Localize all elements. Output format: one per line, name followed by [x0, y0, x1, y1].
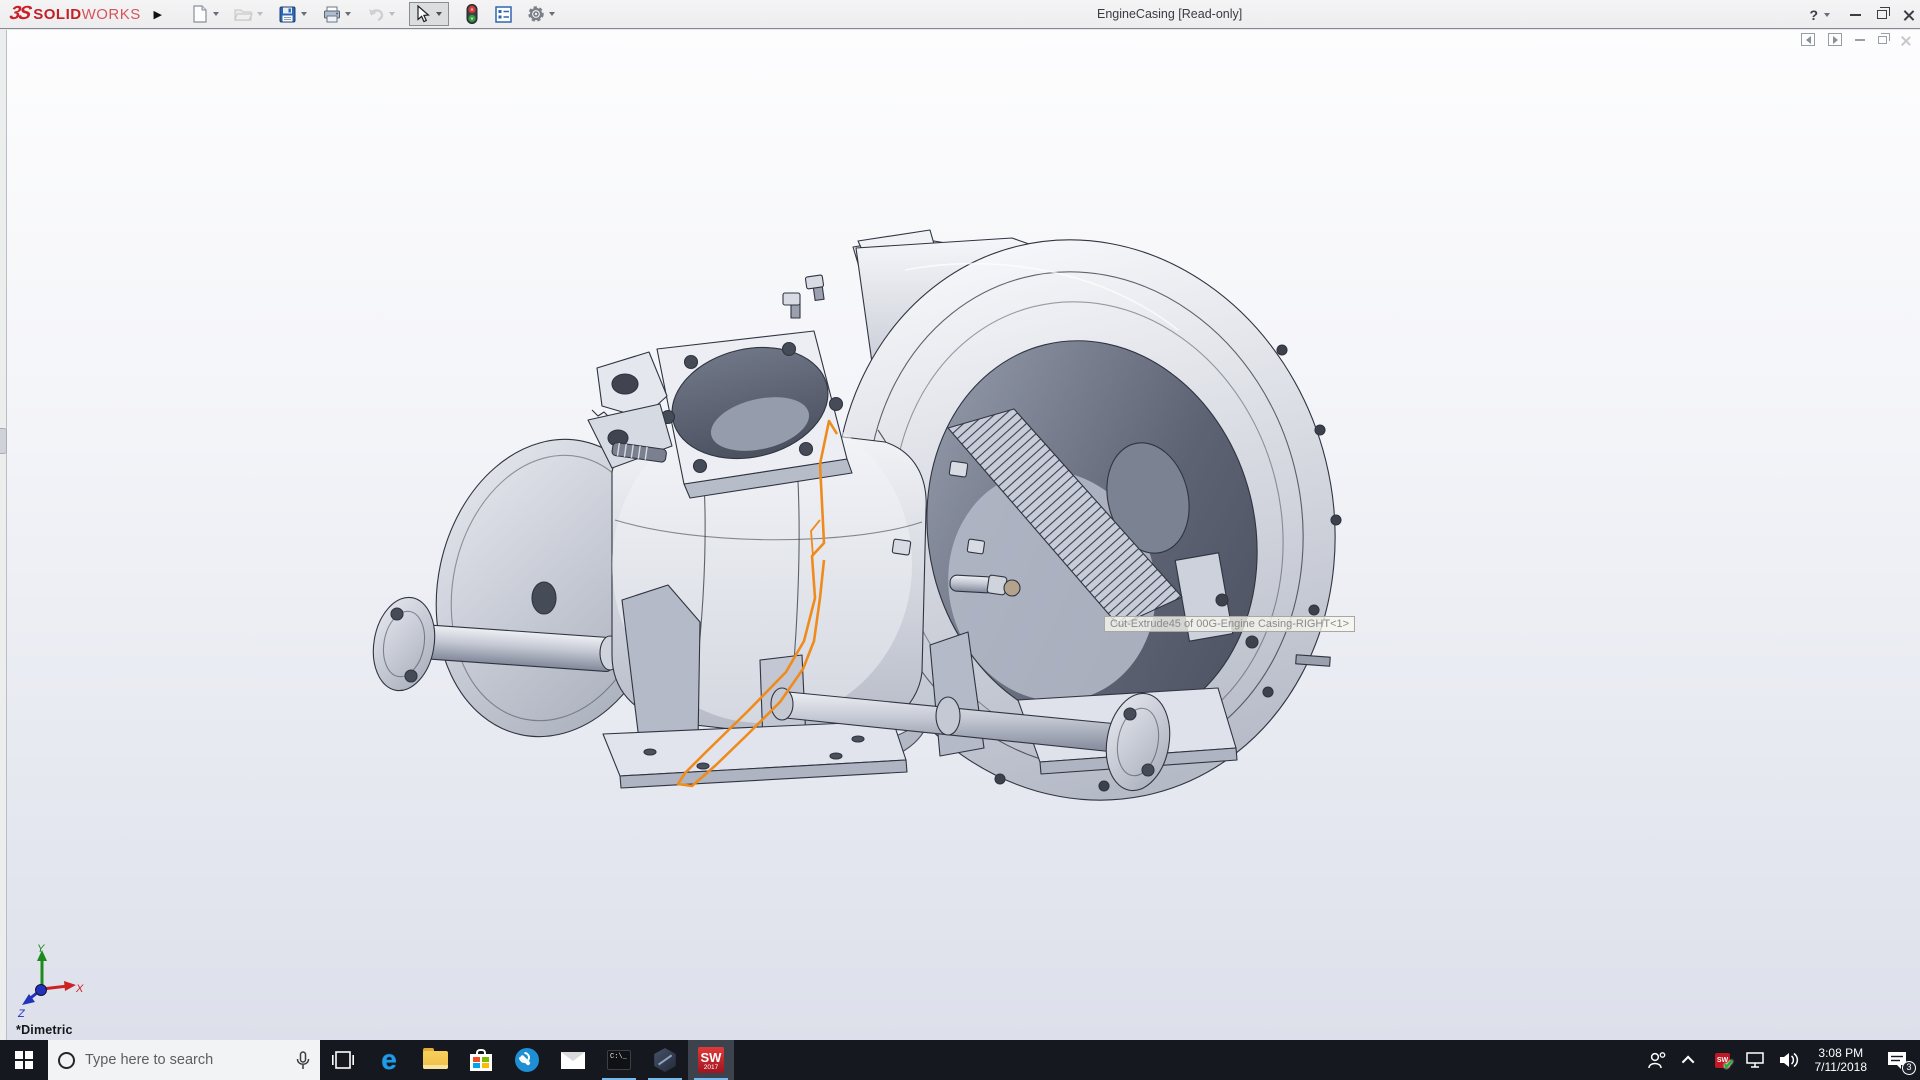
select-tool-dropdown[interactable] [436, 12, 442, 16]
view-orientation-label: *Dimetric [16, 1023, 73, 1037]
select-cursor-icon [416, 5, 430, 23]
orientation-triad: Y X Z [12, 942, 84, 1020]
mail-icon [561, 1052, 585, 1069]
solidworks-monitor-icon: SW ✔ [1715, 1053, 1730, 1068]
clock-time: 3:08 PM [1815, 1046, 1868, 1061]
solidworks-app-icon: SW 2017 [698, 1047, 724, 1073]
rebuild-traffic-light-icon [466, 4, 478, 24]
new-document-icon [192, 5, 208, 23]
restore-button[interactable] [1877, 10, 1887, 19]
solidworks-logo-works: WORKS [82, 6, 141, 23]
file-properties-button[interactable] [493, 2, 515, 26]
new-document-button[interactable] [189, 2, 211, 26]
new-document-dropdown[interactable] [213, 12, 219, 16]
system-tray: SW ✔ 3:08 PM 7/11/2018 [1644, 1040, 1920, 1080]
print-dropdown[interactable] [345, 12, 351, 16]
save-floppy-icon [279, 6, 296, 23]
action-center-button[interactable]: 3 [1880, 1040, 1914, 1080]
select-tool-group [409, 2, 449, 26]
triad-z-label: Z [17, 1008, 26, 1020]
taskbar-hexagon-app-button[interactable] [642, 1040, 688, 1080]
titlebar: 3S SOLID WORKS ▶ [0, 0, 1920, 29]
rebuild-button[interactable] [461, 2, 483, 26]
save-dropdown[interactable] [301, 12, 307, 16]
chevron-up-icon [1682, 1055, 1695, 1068]
taskbar-mail-button[interactable] [550, 1040, 596, 1080]
people-icon [1647, 1051, 1667, 1069]
network-button[interactable] [1743, 1040, 1769, 1080]
save-button[interactable] [277, 2, 299, 26]
volume-button[interactable] [1776, 1040, 1802, 1080]
select-tool-button[interactable] [412, 2, 434, 26]
notification-count-badge: 3 [1902, 1061, 1916, 1075]
people-button[interactable] [1644, 1040, 1670, 1080]
clock-date: 7/11/2018 [1815, 1060, 1868, 1075]
options-dropdown[interactable] [549, 12, 555, 16]
hexagon-app-icon [653, 1048, 677, 1072]
taskbar-settings-button[interactable] [504, 1040, 550, 1080]
wrench-icon [515, 1048, 539, 1072]
help-dropdown[interactable] [1824, 13, 1830, 17]
microsoft-store-icon [470, 1049, 492, 1071]
network-icon [1745, 1051, 1767, 1069]
taskbar-cmd-button[interactable]: C:\_ [596, 1040, 642, 1080]
file-explorer-icon [423, 1051, 448, 1069]
menu-flyout-button[interactable]: ▶ [151, 4, 165, 24]
undo-dropdown[interactable] [389, 12, 395, 16]
properties-list-icon [495, 6, 512, 23]
window-title: EngineCasing [Read-only] [1097, 7, 1242, 21]
tray-chevron-button[interactable] [1677, 1040, 1703, 1080]
command-prompt-icon: C:\_ [607, 1050, 631, 1070]
undo-button[interactable] [365, 2, 387, 26]
standard-toolbar [189, 0, 569, 29]
task-view-button[interactable] [320, 1040, 366, 1080]
close-button[interactable] [1903, 9, 1914, 20]
engine-casing-model [0, 30, 1920, 1040]
taskbar-solidworks-button[interactable]: SW 2017 [688, 1040, 734, 1080]
print-icon [323, 6, 341, 23]
help-button[interactable]: ? [1809, 7, 1818, 23]
start-button[interactable] [0, 1040, 48, 1080]
taskbar-store-button[interactable] [458, 1040, 504, 1080]
check-icon: ✔ [1723, 1057, 1734, 1072]
search-input[interactable] [85, 1052, 286, 1068]
open-dropdown[interactable] [257, 12, 263, 16]
windows-logo-icon [15, 1051, 33, 1069]
windows-taskbar: e C:\_ SW 2017 [0, 1040, 1920, 1080]
task-view-icon [332, 1050, 354, 1070]
taskbar-edge-button[interactable]: e [366, 1040, 412, 1080]
solidworks-logo-solid: SOLID [33, 6, 81, 23]
open-folder-icon [234, 6, 253, 22]
speaker-icon [1778, 1051, 1800, 1069]
minimize-button[interactable] [1850, 14, 1861, 16]
solidworks-logo: 3S SOLID WORKS [10, 3, 141, 25]
solidworks-logo-mark: 3S [8, 3, 32, 25]
print-button[interactable] [321, 2, 343, 26]
options-button[interactable] [525, 2, 547, 26]
gear-icon [527, 5, 545, 23]
triad-y-label: Y [37, 943, 45, 955]
undo-icon [367, 7, 385, 22]
cortana-icon [58, 1052, 75, 1069]
taskbar-search[interactable] [48, 1040, 320, 1080]
taskbar-file-explorer-button[interactable] [412, 1040, 458, 1080]
edge-icon: e [381, 1046, 397, 1074]
triad-x-label: X [75, 983, 84, 995]
window-controls: ? [1809, 0, 1914, 29]
open-button[interactable] [233, 2, 255, 26]
solidworks-monitor-tray[interactable]: SW ✔ [1710, 1040, 1736, 1080]
taskbar-clock[interactable]: 3:08 PM 7/11/2018 [1809, 1040, 1874, 1080]
microphone-icon[interactable] [296, 1051, 310, 1070]
